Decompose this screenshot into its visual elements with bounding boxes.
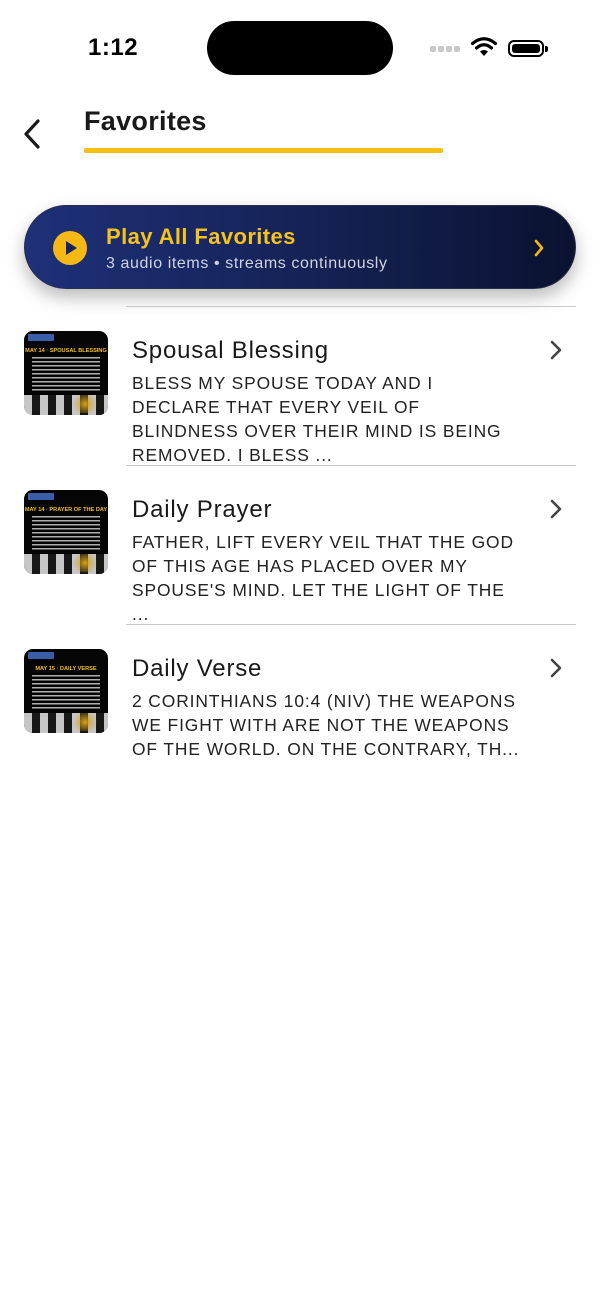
item-excerpt: 2 CORINTHIANS 10:4 (NIV) THE WEAPONS WE … bbox=[132, 691, 520, 759]
item-title: Daily Verse bbox=[132, 655, 263, 682]
item-thumbnail: MAY 14 · PRAYER OF THE DAY bbox=[24, 490, 108, 574]
chevron-right-icon bbox=[550, 658, 562, 678]
divider bbox=[126, 465, 576, 466]
chevron-left-icon bbox=[24, 119, 40, 149]
chevron-right-icon bbox=[550, 499, 562, 519]
divider bbox=[126, 624, 576, 625]
chevron-right-icon bbox=[534, 239, 544, 257]
play-all-title: Play All Favorites bbox=[106, 224, 296, 249]
list-item[interactable]: MAY 14 · SPOUSAL BLESSING Spousal Blessi… bbox=[0, 331, 600, 471]
title-underline bbox=[84, 148, 443, 153]
page-title: Favorites bbox=[84, 106, 207, 136]
thumbnail-heading: MAY 15 · DAILY VERSE bbox=[35, 666, 97, 672]
chevron-right-icon bbox=[550, 340, 562, 360]
thumbnail-heading: MAY 14 · PRAYER OF THE DAY bbox=[24, 507, 108, 513]
list-item[interactable]: MAY 14 · PRAYER OF THE DAY Daily Prayer … bbox=[0, 490, 600, 630]
list-item[interactable]: MAY 15 · DAILY VERSE Daily Verse 2 CORIN… bbox=[0, 649, 600, 789]
dynamic-island bbox=[207, 21, 393, 75]
divider bbox=[126, 306, 576, 307]
cellular-signal-icon bbox=[430, 46, 460, 54]
item-excerpt: FATHER, LIFT EVERY VEIL THAT THE GOD OF … bbox=[132, 532, 514, 624]
play-icon bbox=[53, 231, 87, 265]
item-title: Spousal Blessing bbox=[132, 337, 329, 364]
item-thumbnail: MAY 14 · SPOUSAL BLESSING bbox=[24, 331, 108, 415]
wifi-icon bbox=[470, 37, 498, 56]
item-excerpt: BLESS MY SPOUSE TODAY AND I DECLARE THAT… bbox=[132, 373, 502, 465]
item-title: Daily Prayer bbox=[132, 496, 273, 523]
play-all-subtitle: 3 audio items • streams continuously bbox=[106, 255, 388, 272]
thumbnail-heading: MAY 14 · SPOUSAL BLESSING bbox=[25, 348, 107, 354]
play-all-favorites-button[interactable]: Play All Favorites 3 audio items • strea… bbox=[24, 205, 576, 289]
battery-icon bbox=[508, 40, 548, 57]
status-icons bbox=[430, 36, 550, 60]
back-button[interactable] bbox=[14, 112, 50, 156]
status-time: 1:12 bbox=[88, 34, 139, 61]
item-thumbnail: MAY 15 · DAILY VERSE bbox=[24, 649, 108, 733]
